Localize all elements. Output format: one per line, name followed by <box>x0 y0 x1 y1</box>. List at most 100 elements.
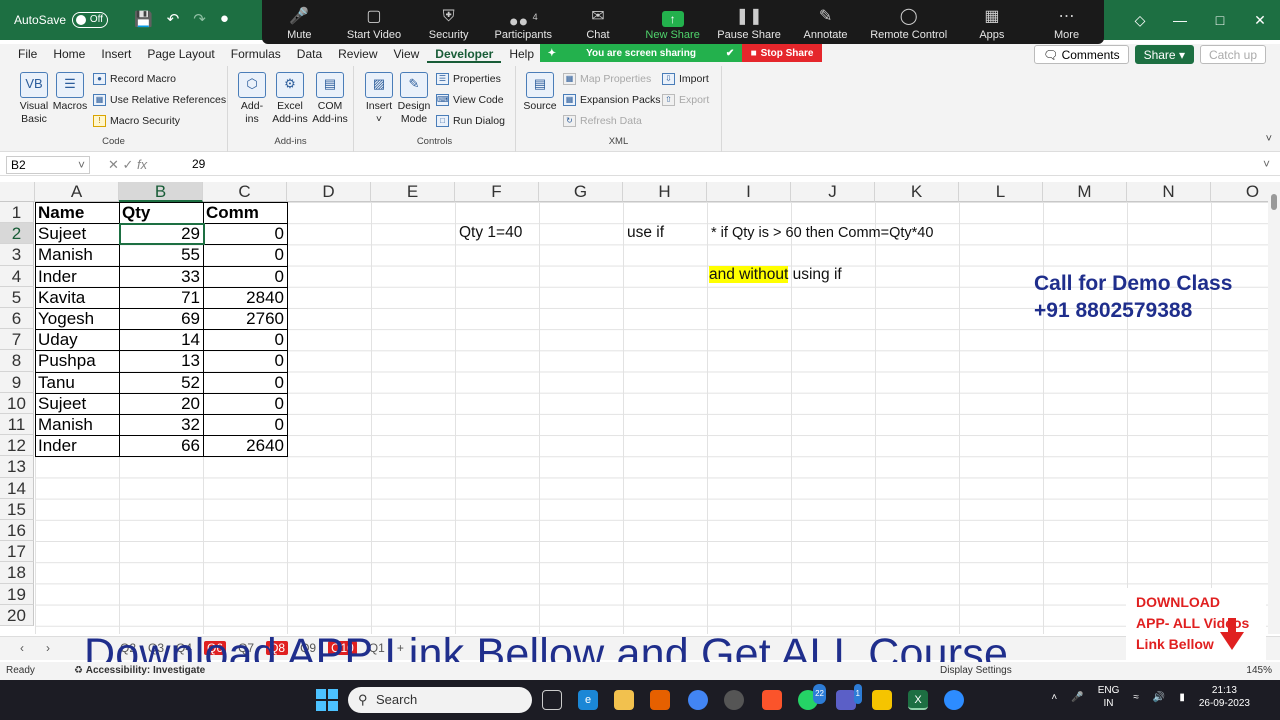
table-cell-comm[interactable]: 0 <box>203 329 287 350</box>
col-header-d[interactable]: D <box>287 182 371 202</box>
table-cell-name[interactable]: Inder <box>35 435 119 456</box>
table-cell-qty[interactable]: 14 <box>119 329 203 350</box>
import-button[interactable]: ⇩ Import <box>662 73 709 85</box>
refresh-data-button[interactable]: ↻ Refresh Data <box>563 115 642 127</box>
accessibility-status[interactable]: ♻ Accessibility: Investigate <box>74 665 205 676</box>
brave-icon[interactable] <box>762 690 782 710</box>
windows-start-icon[interactable] <box>316 689 338 711</box>
use-relative-references-button[interactable]: ▦ Use Relative References <box>93 94 226 106</box>
whatsapp-icon[interactable]: 22 <box>798 684 826 710</box>
table-cell-comm[interactable]: 0 <box>203 372 287 393</box>
chat-button[interactable]: ✉ Chat <box>568 7 628 41</box>
map-properties-button[interactable]: ▦ Map Properties <box>563 73 651 85</box>
annotate-button[interactable]: ✎ Annotate <box>796 7 856 41</box>
table-cell-name[interactable]: Sujeet <box>35 393 119 414</box>
table-cell-qty[interactable]: 69 <box>119 308 203 329</box>
table-cell-qty[interactable]: 55 <box>119 244 203 265</box>
table-cell-name[interactable]: Manish <box>35 244 119 265</box>
more-button[interactable]: ⋯ More <box>1037 7 1097 41</box>
new-share-button[interactable]: ↑ New Share <box>643 7 703 41</box>
table-cell-qty[interactable]: 71 <box>119 287 203 308</box>
expand-formula-icon[interactable]: ˅ <box>1263 157 1270 171</box>
cell-i4[interactable]: and without using if <box>709 266 842 284</box>
properties-button[interactable]: ☰ Properties <box>436 73 501 85</box>
taskbar-search[interactable]: ⚲ Search <box>348 687 532 713</box>
row-header-10[interactable]: 10 <box>0 392 34 414</box>
prev-sheet-icon[interactable]: ‹ <box>20 641 24 655</box>
battery-icon[interactable]: ▮ <box>1179 692 1185 703</box>
row-header-17[interactable]: 17 <box>0 541 34 563</box>
tab-help[interactable]: Help <box>501 47 542 63</box>
tab-page-layout[interactable]: Page Layout <box>139 47 222 63</box>
tab-review[interactable]: Review <box>330 47 385 63</box>
minimize-icon[interactable]: — <box>1160 12 1200 28</box>
table-cell-name[interactable]: Pushpa <box>35 350 119 371</box>
maximize-icon[interactable]: □ <box>1200 12 1240 28</box>
table-cell-comm[interactable]: 2640 <box>203 435 287 456</box>
diamond-icon[interactable]: ◇ <box>1120 12 1160 29</box>
collapse-ribbon-icon[interactable]: ˅ <box>1266 133 1272 145</box>
table-cell-name[interactable]: Inder <box>35 266 119 287</box>
macros-button[interactable]: ☰ Macros <box>52 72 88 113</box>
share-button[interactable]: Share ▾ <box>1134 45 1194 64</box>
col-header-l[interactable]: L <box>959 182 1043 202</box>
tab-data[interactable]: Data <box>289 47 330 63</box>
catch-up-button[interactable]: Catch up <box>1199 45 1266 64</box>
security-button[interactable]: ⛨ Security <box>419 7 479 41</box>
table-cell-name[interactable]: Kavita <box>35 287 119 308</box>
row-header-19[interactable]: 19 <box>0 583 34 605</box>
run-dialog-button[interactable]: □ Run Dialog <box>436 115 505 127</box>
table-cell-name[interactable]: Sujeet <box>35 223 119 244</box>
wifi-icon[interactable]: ≈ <box>1133 692 1139 703</box>
tab-view[interactable]: View <box>386 47 428 63</box>
row-header-3[interactable]: 3 <box>0 244 34 266</box>
row-header-15[interactable]: 15 <box>0 498 34 520</box>
visual-basic-button[interactable]: VB Visual Basic <box>14 72 54 126</box>
remote-control-button[interactable]: ◯ Remote Control <box>870 7 947 41</box>
tab-developer[interactable]: Developer <box>427 47 502 63</box>
undo-icon[interactable]: ↶ <box>167 10 180 28</box>
zoom-icon[interactable] <box>944 690 964 710</box>
addins-button[interactable]: ⬡ Add-ins <box>236 72 268 126</box>
table-cell-comm[interactable]: 0 <box>203 223 287 244</box>
mute-button[interactable]: 🎤 Mute <box>269 7 329 41</box>
chrome-icon[interactable] <box>688 690 708 710</box>
firefox-icon[interactable] <box>650 690 670 710</box>
xml-source-button[interactable]: ▤ Source <box>522 72 558 113</box>
language-indicator[interactable]: ENG IN <box>1098 684 1120 710</box>
apps-button[interactable]: ▦ Apps <box>962 7 1022 41</box>
file-explorer-icon[interactable] <box>614 690 634 710</box>
save-icon[interactable]: 💾 <box>134 10 153 28</box>
col-header-n[interactable]: N <box>1127 182 1211 202</box>
sticky-notes-icon[interactable] <box>872 690 892 710</box>
col-header-m[interactable]: M <box>1043 182 1127 202</box>
macro-security-button[interactable]: ! Macro Security <box>93 115 180 127</box>
cell-f2[interactable]: Qty 1=40 <box>459 224 522 242</box>
col-header-j[interactable]: J <box>791 182 875 202</box>
display-settings[interactable]: Display Settings <box>940 665 1012 676</box>
record-macro-button[interactable]: ● Record Macro <box>93 73 176 85</box>
col-header-i[interactable]: I <box>707 182 791 202</box>
row-header-11[interactable]: 11 <box>0 414 34 436</box>
table-cell-comm[interactable]: 2760 <box>203 308 287 329</box>
stop-share-button[interactable]: ■ Stop Share <box>742 44 822 62</box>
row-header-7[interactable]: 7 <box>0 329 34 351</box>
formula-input[interactable]: 29 <box>192 157 205 171</box>
redo-icon[interactable]: ↷ <box>193 10 206 28</box>
col-header-g[interactable]: G <box>539 182 623 202</box>
table-cell-qty[interactable]: 33 <box>119 266 203 287</box>
excel-icon[interactable]: X <box>908 690 928 710</box>
scrollbar-thumb[interactable] <box>1271 194 1277 210</box>
task-view-icon[interactable] <box>542 690 562 710</box>
teams-icon[interactable]: 1 <box>836 684 862 710</box>
col-header-k[interactable]: K <box>875 182 959 202</box>
row-header-6[interactable]: 6 <box>0 308 34 330</box>
row-header-16[interactable]: 16 <box>0 520 34 542</box>
table-cell-name[interactable]: Manish <box>35 414 119 435</box>
cell-c1[interactable]: Comm <box>203 202 287 223</box>
cell-i2[interactable]: * if Qty is > 60 then Comm=Qty*40 <box>711 225 933 241</box>
row-header-8[interactable]: 8 <box>0 350 34 372</box>
zoom-level[interactable]: 145% <box>1246 665 1272 676</box>
col-header-o[interactable]: O <box>1211 182 1268 202</box>
row-header-9[interactable]: 9 <box>0 371 34 393</box>
